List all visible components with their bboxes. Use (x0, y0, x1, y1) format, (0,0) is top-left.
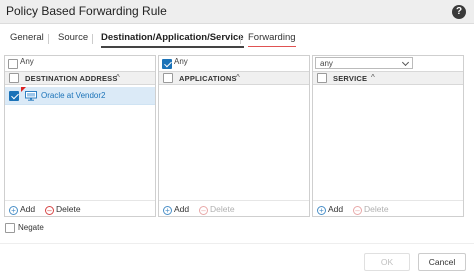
title-bar: Policy Based Forwarding Rule ? (0, 0, 474, 24)
tab-general[interactable]: General (10, 32, 44, 46)
add-label: Add (174, 204, 190, 214)
applications-any-row: Any (159, 56, 309, 71)
destination-add-button[interactable]: + Add (9, 204, 35, 215)
dialog-title: Policy Based Forwarding Rule (6, 4, 167, 18)
tab-source[interactable]: Source (58, 32, 88, 46)
destination-header-label: DESTINATION ADDRESS (25, 74, 118, 83)
destination-any-row: Any (5, 56, 155, 71)
sort-asc-icon[interactable]: ^ (371, 73, 375, 82)
service-toolbar: + Add – Delete (313, 200, 463, 216)
applications-select-all-checkbox[interactable] (163, 73, 173, 83)
service-select-row: any (313, 56, 463, 71)
applications-any-checkbox[interactable] (162, 59, 172, 69)
tab-forwarding[interactable]: Forwarding (248, 32, 296, 47)
footer-divider (0, 243, 474, 244)
applications-delete-button[interactable]: – Delete (199, 204, 235, 215)
plus-circle-icon: + (163, 206, 172, 215)
chevron-down-icon (401, 58, 410, 67)
delete-label: Delete (210, 204, 235, 214)
service-add-button[interactable]: + Add (317, 204, 343, 215)
applications-panel: Any APPLICATIONS ^ + Add – Delete (158, 55, 310, 217)
destination-header: DESTINATION ADDRESS ^ (5, 71, 155, 85)
negate-checkbox[interactable] (5, 223, 15, 233)
ok-button[interactable]: OK (364, 253, 410, 271)
destination-any-checkbox[interactable] (8, 59, 18, 69)
help-icon[interactable]: ? (452, 5, 466, 19)
add-label: Add (328, 204, 344, 214)
tab-bar: General Source Destination/Application/S… (0, 30, 474, 48)
tab-separator (48, 34, 49, 44)
sort-asc-icon[interactable]: ^ (236, 73, 240, 82)
address-name[interactable]: Oracle at Vendor2 (41, 91, 105, 100)
sort-asc-icon[interactable]: ^ (116, 73, 120, 82)
service-select-value: any (320, 59, 333, 68)
applications-header-label: APPLICATIONS (179, 74, 237, 83)
negate-label: Negate (18, 223, 44, 232)
destination-select-all-checkbox[interactable] (9, 73, 19, 83)
plus-circle-icon: + (9, 206, 18, 215)
cancel-button[interactable]: Cancel (418, 253, 466, 271)
monitor-icon (25, 91, 37, 101)
delete-label: Delete (56, 204, 81, 214)
service-panel: any SERVICE ^ + Add – Delete (312, 55, 464, 217)
destination-panel: Any DESTINATION ADDRESS ^ Oracle at Vend… (4, 55, 156, 217)
applications-any-label: Any (174, 57, 188, 66)
destination-toolbar: + Add – Delete (5, 200, 155, 216)
add-label: Add (20, 204, 36, 214)
minus-circle-icon: – (45, 206, 54, 215)
destination-any-label: Any (20, 57, 34, 66)
tab-destination-application-service[interactable]: Destination/Application/Service (101, 32, 244, 48)
service-header-label: SERVICE (333, 74, 368, 83)
applications-toolbar: + Add – Delete (159, 200, 309, 216)
service-type-select[interactable]: any (315, 57, 413, 69)
row-checkbox[interactable] (9, 91, 19, 101)
destination-delete-button[interactable]: – Delete (45, 204, 81, 215)
minus-circle-icon: – (353, 206, 362, 215)
service-select-all-checkbox[interactable] (317, 73, 327, 83)
tab-separator (240, 34, 241, 44)
service-header: SERVICE ^ (313, 71, 463, 85)
applications-header: APPLICATIONS ^ (159, 71, 309, 85)
plus-circle-icon: + (317, 206, 326, 215)
delete-label: Delete (364, 204, 389, 214)
list-item[interactable]: Oracle at Vendor2 (5, 87, 155, 105)
minus-circle-icon: – (199, 206, 208, 215)
service-delete-button[interactable]: – Delete (353, 204, 389, 215)
tab-separator (92, 34, 93, 44)
applications-add-button[interactable]: + Add (163, 204, 189, 215)
